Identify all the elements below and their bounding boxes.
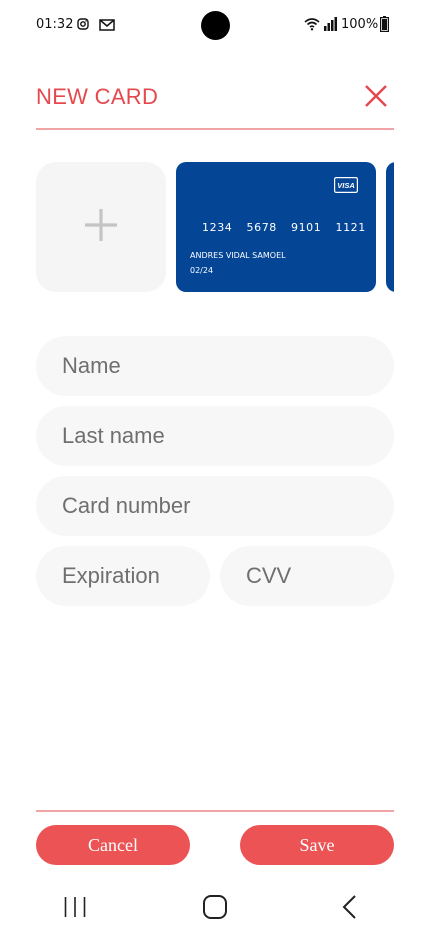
plus-icon	[85, 209, 117, 241]
back-icon[interactable]	[340, 894, 360, 920]
last-name-field[interactable]	[36, 406, 394, 466]
save-button[interactable]: Save	[240, 825, 394, 865]
battery-icon	[380, 16, 389, 32]
card-number-field[interactable]	[36, 476, 394, 536]
instagram-icon	[77, 18, 89, 30]
front-camera	[201, 11, 230, 40]
name-field[interactable]	[36, 336, 394, 396]
card-holder: ANDRES VIDAL SAMOEL	[190, 251, 286, 260]
cvv-field[interactable]	[220, 546, 394, 606]
page-title: NEW CARD	[36, 84, 159, 109]
status-time: 01:32	[36, 17, 74, 32]
header-divider	[36, 128, 394, 130]
add-card-button[interactable]	[36, 162, 166, 292]
status-bar: 01:32 100%	[0, 0, 430, 50]
footer-divider	[36, 810, 394, 812]
wifi-icon	[304, 18, 320, 31]
credit-card[interactable]: VISA 1234 5678 9101 1121 ANDRES VIDAL SA…	[176, 162, 376, 292]
expiration-field[interactable]	[36, 546, 210, 606]
card-carousel[interactable]: VISA 1234 5678 9101 1121 ANDRES VIDAL SA…	[36, 162, 394, 292]
cancel-button[interactable]: Cancel	[36, 825, 190, 865]
close-icon[interactable]	[362, 82, 390, 110]
credit-card-next[interactable]	[386, 162, 394, 292]
visa-logo: VISA	[334, 177, 358, 193]
recents-icon[interactable]	[63, 895, 87, 919]
card-brand: VISA	[337, 181, 355, 190]
signal-icon	[324, 17, 337, 31]
mail-icon	[99, 19, 115, 31]
home-icon[interactable]	[202, 894, 228, 920]
card-expiry: 02/24	[190, 266, 214, 275]
battery-percentage: 100%	[341, 17, 379, 32]
card-number: 1234 5678 9101 1121	[202, 221, 366, 234]
